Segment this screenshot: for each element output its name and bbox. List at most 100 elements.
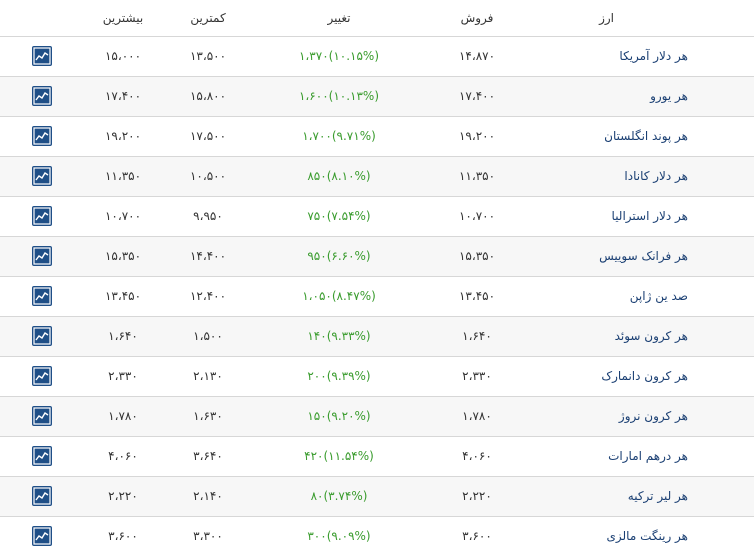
table-row: ۱،۷۸۰ ۱،۶۳۰ ۱۵۰(۹.۲۰%) ۱،۷۸۰ هر کرون نروژ	[0, 396, 754, 436]
sell-value: ۲،۳۳۰	[462, 369, 492, 383]
min-value: ۹،۹۵۰	[193, 209, 223, 223]
max-value: ۲،۳۳۰	[108, 369, 138, 383]
change-value: ۱،۰۵۰(۸.۴۷%)	[302, 289, 376, 303]
max-value: ۱۹،۲۰۰	[104, 129, 142, 143]
change-value: ۳۰۰(۹.۰۹%)	[307, 529, 371, 544]
max-value: ۱۷،۴۰۰	[104, 89, 142, 103]
line-chart-icon[interactable]	[32, 405, 52, 426]
table-row: ۱،۶۴۰ ۱،۵۰۰ ۱۴۰(۹.۳۳%) ۱،۶۴۰ هر کرون سوئد	[0, 316, 754, 356]
sell-value: ۱۰،۷۰۰	[458, 209, 496, 223]
sell-value: ۱۷،۴۰۰	[458, 89, 496, 103]
line-chart-icon[interactable]	[32, 85, 52, 106]
table-row: ۲،۲۲۰ ۲،۱۴۰ ۸۰(۳.۷۴%) ۲،۲۲۰ هر لیر ترکیه	[0, 476, 754, 516]
change-value: ۷۵۰(۷.۵۴%)	[307, 209, 371, 223]
currency-name-link[interactable]: هر کرون دانمارک	[530, 356, 754, 396]
table-header-row: بیشترین کمترین تغییر فروش ارز	[0, 0, 754, 36]
min-value: ۲،۱۳۰	[193, 369, 223, 383]
table-row: ۱۵،۳۵۰ ۱۴،۴۰۰ ۹۵۰(۶.۶۰%) ۱۵،۳۵۰ هر فرانک سوی…	[0, 236, 754, 276]
currency-name-link[interactable]: هر دلار استرالیا	[530, 196, 754, 236]
currency-name-link[interactable]: هر پوند انگلستان	[530, 116, 754, 156]
currency-name-link[interactable]: هر لیر ترکیه	[530, 476, 754, 516]
table-row: ۱۷،۴۰۰ ۱۵،۸۰۰ ۱،۶۰۰(۱۰.۱۳%) ۱۷،۴۰۰ هر یورو	[0, 76, 754, 116]
table-row: ۳،۶۰۰ ۳،۳۰۰ ۳۰۰(۹.۰۹%) ۳،۶۰۰ هر رینگت مالزی	[0, 516, 754, 556]
change-value: ۱۵۰(۹.۲۰%)	[307, 409, 371, 423]
line-chart-icon[interactable]	[32, 125, 52, 146]
change-value: ۱،۳۷۰(۱۰.۱۵%)	[298, 49, 379, 63]
change-value: ۱،۷۰۰(۹.۷۱%)	[302, 129, 376, 143]
sell-value: ۱۱،۳۵۰	[458, 169, 496, 183]
min-value: ۱،۵۰۰	[193, 329, 223, 343]
currency-name-link[interactable]: هر رینگت مالزی	[530, 516, 754, 556]
currency-name-link[interactable]: هر دلار کانادا	[530, 156, 754, 196]
header-max: بیشترین	[102, 10, 144, 25]
line-chart-icon[interactable]	[32, 325, 52, 346]
max-value: ۱،۶۴۰	[108, 329, 138, 343]
line-chart-icon[interactable]	[32, 485, 52, 506]
min-value: ۱۲،۴۰۰	[189, 289, 227, 303]
currency-name-link[interactable]: هر کرون نروژ	[530, 396, 754, 436]
currency-rows: ۱۵،۰۰۰ ۱۳،۵۰۰ ۱،۳۷۰(۱۰.۱۵%) ۱۴،۸۷۰ هر دلار آ…	[0, 36, 754, 556]
change-value: ۲۰۰(۹.۳۹%)	[307, 369, 371, 383]
sell-value: ۳،۶۰۰	[462, 529, 492, 544]
currency-name-link[interactable]: هر فرانک سوییس	[530, 236, 754, 276]
header-sell: فروش	[460, 10, 494, 25]
min-value: ۳،۶۴۰	[193, 449, 223, 463]
line-chart-icon[interactable]	[32, 45, 52, 66]
sell-value: ۱۴،۸۷۰	[458, 49, 496, 63]
max-value: ۱۳،۴۵۰	[104, 289, 142, 303]
max-value: ۳،۶۰۰	[108, 529, 138, 544]
table-row: ۱۵،۰۰۰ ۱۳،۵۰۰ ۱،۳۷۰(۱۰.۱۵%) ۱۴،۸۷۰ هر دلار آ…	[0, 36, 754, 76]
sell-value: ۱،۷۸۰	[462, 409, 492, 423]
currency-rates-panel: بیشترین کمترین تغییر فروش ارز ۱۵،۰۰۰ ۱۳،۵…	[0, 0, 754, 555]
min-value: ۱۴،۴۰۰	[189, 249, 227, 263]
sell-value: ۱،۶۴۰	[462, 329, 492, 343]
max-value: ۱۱،۳۵۰	[104, 169, 142, 183]
header-chart	[0, 0, 84, 36]
min-value: ۱۰،۵۰۰	[189, 169, 227, 183]
min-value: ۱۵،۸۰۰	[189, 89, 227, 103]
line-chart-icon[interactable]	[32, 365, 52, 386]
sell-value: ۱۵،۳۵۰	[458, 249, 496, 263]
currency-name-link[interactable]: صد ین ژاپن	[530, 276, 754, 316]
header-currency: ارز	[599, 10, 614, 25]
line-chart-icon[interactable]	[32, 165, 52, 186]
sell-value: ۱۳،۴۵۰	[458, 289, 496, 303]
change-value: ۸۵۰(۸.۱۰%)	[307, 169, 371, 183]
table-row: ۱۰،۷۰۰ ۹،۹۵۰ ۷۵۰(۷.۵۴%) ۱۰،۷۰۰ هر دلار استرا…	[0, 196, 754, 236]
line-chart-icon[interactable]	[32, 445, 52, 466]
change-value: ۹۵۰(۶.۶۰%)	[307, 249, 371, 263]
line-chart-icon[interactable]	[32, 525, 52, 546]
change-value: ۱۴۰(۹.۳۳%)	[307, 329, 371, 343]
line-chart-icon[interactable]	[32, 285, 52, 306]
change-value: ۴۲۰(۱۱.۵۴%)	[304, 449, 374, 463]
max-value: ۱۵،۰۰۰	[104, 49, 142, 63]
max-value: ۲،۲۲۰	[108, 489, 138, 503]
max-value: ۱۵،۳۵۰	[104, 249, 142, 263]
currency-name-link[interactable]: هر کرون سوئد	[530, 316, 754, 356]
sell-value: ۴،۰۶۰	[462, 449, 492, 463]
currency-name-link[interactable]: هر یورو	[530, 76, 754, 116]
table-row: ۲،۳۳۰ ۲،۱۳۰ ۲۰۰(۹.۳۹%) ۲،۳۳۰ هر کرون دانمارک	[0, 356, 754, 396]
table-row: ۴،۰۶۰ ۳،۶۴۰ ۴۲۰(۱۱.۵۴%) ۴،۰۶۰ هر درهم امارات	[0, 436, 754, 476]
table-row: ۱۱،۳۵۰ ۱۰،۵۰۰ ۸۵۰(۸.۱۰%) ۱۱،۳۵۰ هر دلار کانا…	[0, 156, 754, 196]
min-value: ۲،۱۴۰	[193, 489, 223, 503]
line-chart-icon[interactable]	[32, 205, 52, 226]
min-value: ۱،۶۳۰	[193, 409, 223, 423]
min-value: ۳،۳۰۰	[193, 529, 223, 544]
line-chart-icon[interactable]	[32, 245, 52, 266]
max-value: ۱۰،۷۰۰	[104, 209, 142, 223]
sell-value: ۱۹،۲۰۰	[458, 129, 496, 143]
change-value: ۱،۶۰۰(۱۰.۱۳%)	[298, 89, 379, 103]
table-row: ۱۹،۲۰۰ ۱۷،۵۰۰ ۱،۷۰۰(۹.۷۱%) ۱۹،۲۰۰ هر پوند ان…	[0, 116, 754, 156]
max-value: ۴،۰۶۰	[108, 449, 138, 463]
currency-name-link[interactable]: هر درهم امارات	[530, 436, 754, 476]
currency-name-link[interactable]: هر دلار آمریکا	[530, 36, 754, 76]
change-value: ۸۰(۳.۷۴%)	[310, 489, 368, 503]
header-min: کمترین	[190, 10, 226, 25]
sell-value: ۲،۲۲۰	[462, 489, 492, 503]
table-row: ۱۳،۴۵۰ ۱۲،۴۰۰ ۱،۰۵۰(۸.۴۷%) ۱۳،۴۵۰ صد ین ژاپن	[0, 276, 754, 316]
header-change: تغییر	[327, 10, 351, 25]
min-value: ۱۳،۵۰۰	[189, 49, 227, 63]
currency-rates-table: بیشترین کمترین تغییر فروش ارز ۱۵،۰۰۰ ۱۳،۵…	[0, 0, 754, 556]
max-value: ۱،۷۸۰	[108, 409, 138, 423]
